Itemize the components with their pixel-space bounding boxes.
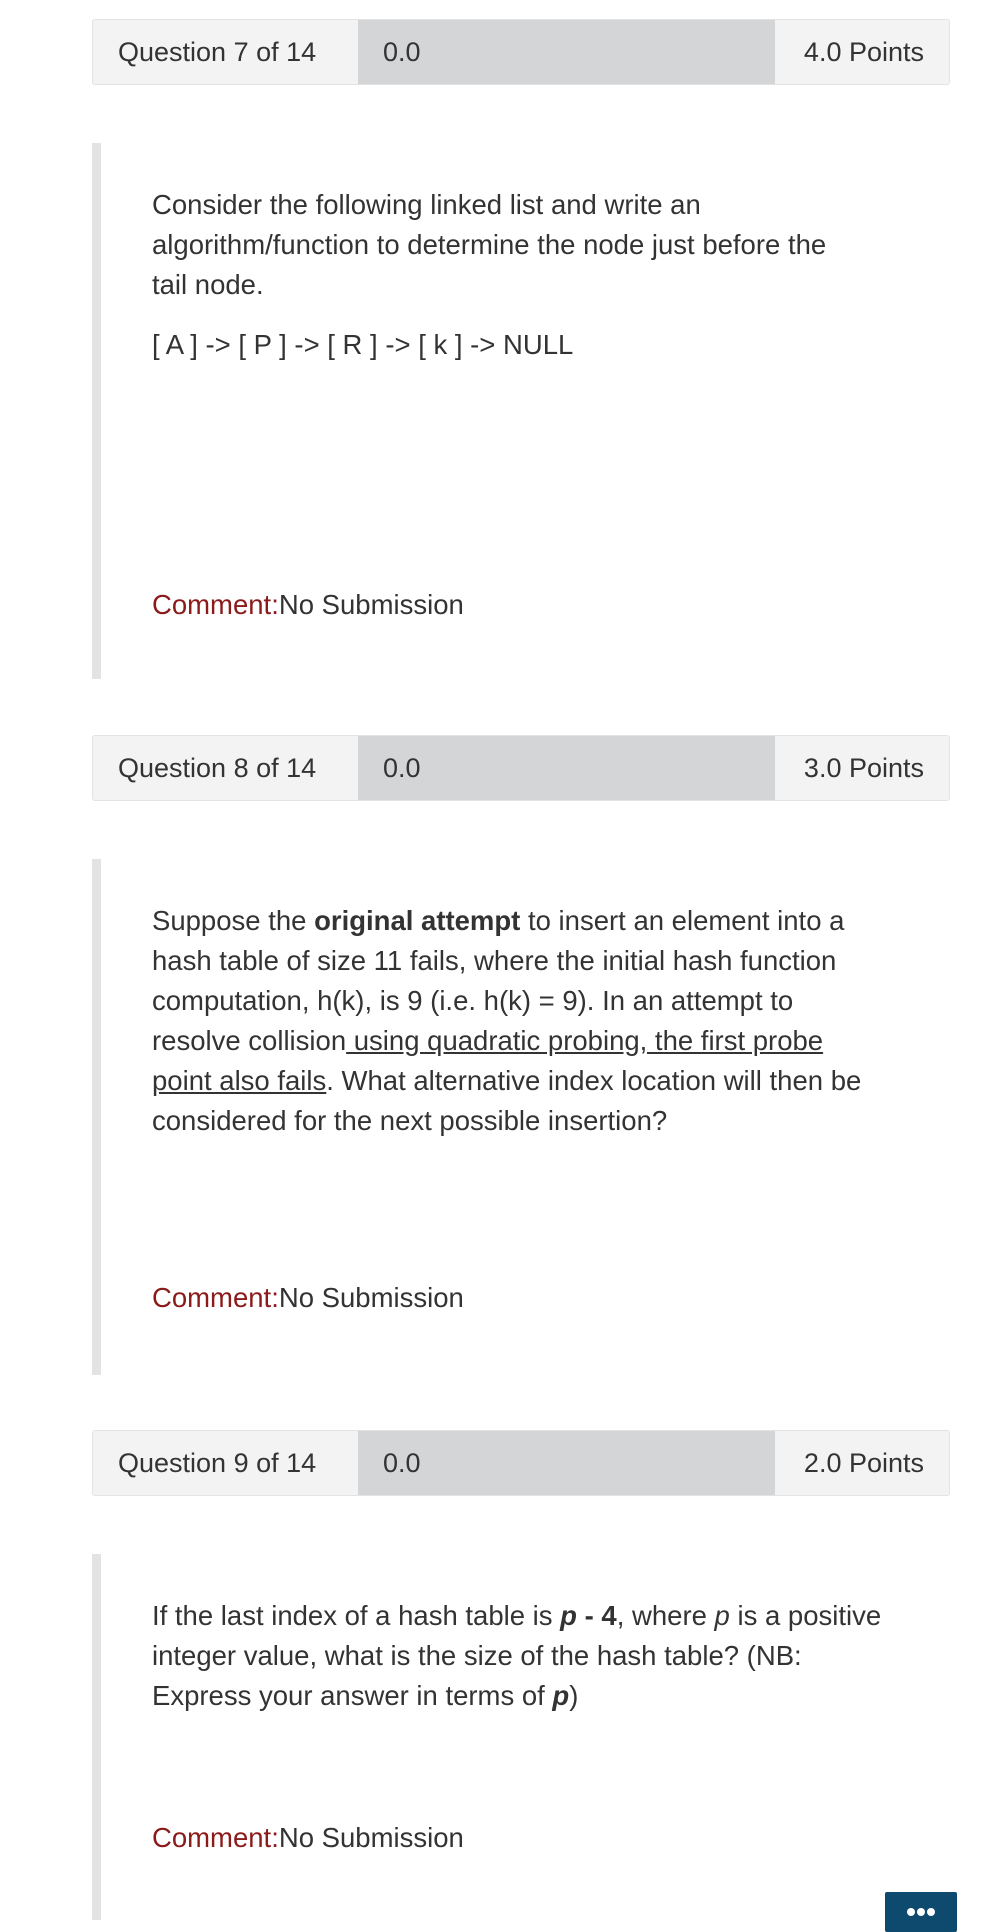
text-fragment: Suppose the [152, 905, 315, 936]
comment-label: Comment: [152, 1822, 279, 1853]
text-fragment: ) [569, 1680, 579, 1711]
comment-label: Comment: [152, 1282, 279, 1313]
score-value: 0.0 [358, 1431, 775, 1495]
text-fragment: , where [616, 1600, 715, 1631]
question-9-body: If the last index of a hash table is p -… [92, 1554, 950, 1920]
variable-p: p [714, 1600, 730, 1631]
question-number: Question 9 of 14 [118, 1448, 317, 1478]
comment-label: Comment: [152, 589, 279, 620]
question-text-paragraph: If the last index of a hash table is p -… [152, 1596, 887, 1716]
question-9-text: If the last index of a hash table is p -… [152, 1596, 887, 1716]
question-9-header: Question 9 of 14 0.0 2.0 Points [92, 1430, 950, 1496]
question-text-paragraph: Suppose the original attempt to insert a… [152, 901, 887, 1141]
text-fragment: If the last index of a hash table is [152, 1600, 561, 1631]
bold-text: - 4 [576, 1600, 617, 1631]
points-value: 2.0 Points [803, 1448, 924, 1478]
comment-value: No Submission [278, 1822, 464, 1853]
question-7-comment: Comment:No Submission [152, 585, 464, 625]
score-value: 0.0 [358, 736, 775, 800]
more-options-button[interactable] [885, 1892, 957, 1932]
points-value: 4.0 Points [803, 37, 924, 67]
score-value: 0.0 [358, 20, 775, 84]
question-9-comment: Comment:No Submission [152, 1818, 464, 1858]
question-number: Question 8 of 14 [118, 753, 317, 783]
question-8-comment: Comment:No Submission [152, 1278, 464, 1318]
question-8-header: Question 8 of 14 0.0 3.0 Points [92, 735, 950, 801]
linked-list-diagram: [ A ] -> [ P ] -> [ R ] -> [ k ] -> NULL [152, 329, 574, 360]
question-number: Question 7 of 14 [118, 37, 317, 67]
points-value: 3.0 Points [803, 753, 924, 783]
variable-p: p [552, 1680, 570, 1711]
comment-value: No Submission [278, 1282, 464, 1313]
question-text-paragraph: Consider the following linked list and w… [152, 189, 827, 300]
question-8-text: Suppose the original attempt to insert a… [152, 901, 887, 1141]
question-8-body: Suppose the original attempt to insert a… [92, 859, 950, 1375]
variable-p: p [560, 1600, 577, 1631]
question-7-body: Consider the following linked list and w… [92, 143, 950, 679]
comment-value: No Submission [278, 589, 464, 620]
bold-text: original attempt [314, 905, 521, 936]
question-7-header: Question 7 of 14 0.0 4.0 Points [92, 19, 950, 85]
question-7-text: Consider the following linked list and w… [152, 185, 852, 365]
